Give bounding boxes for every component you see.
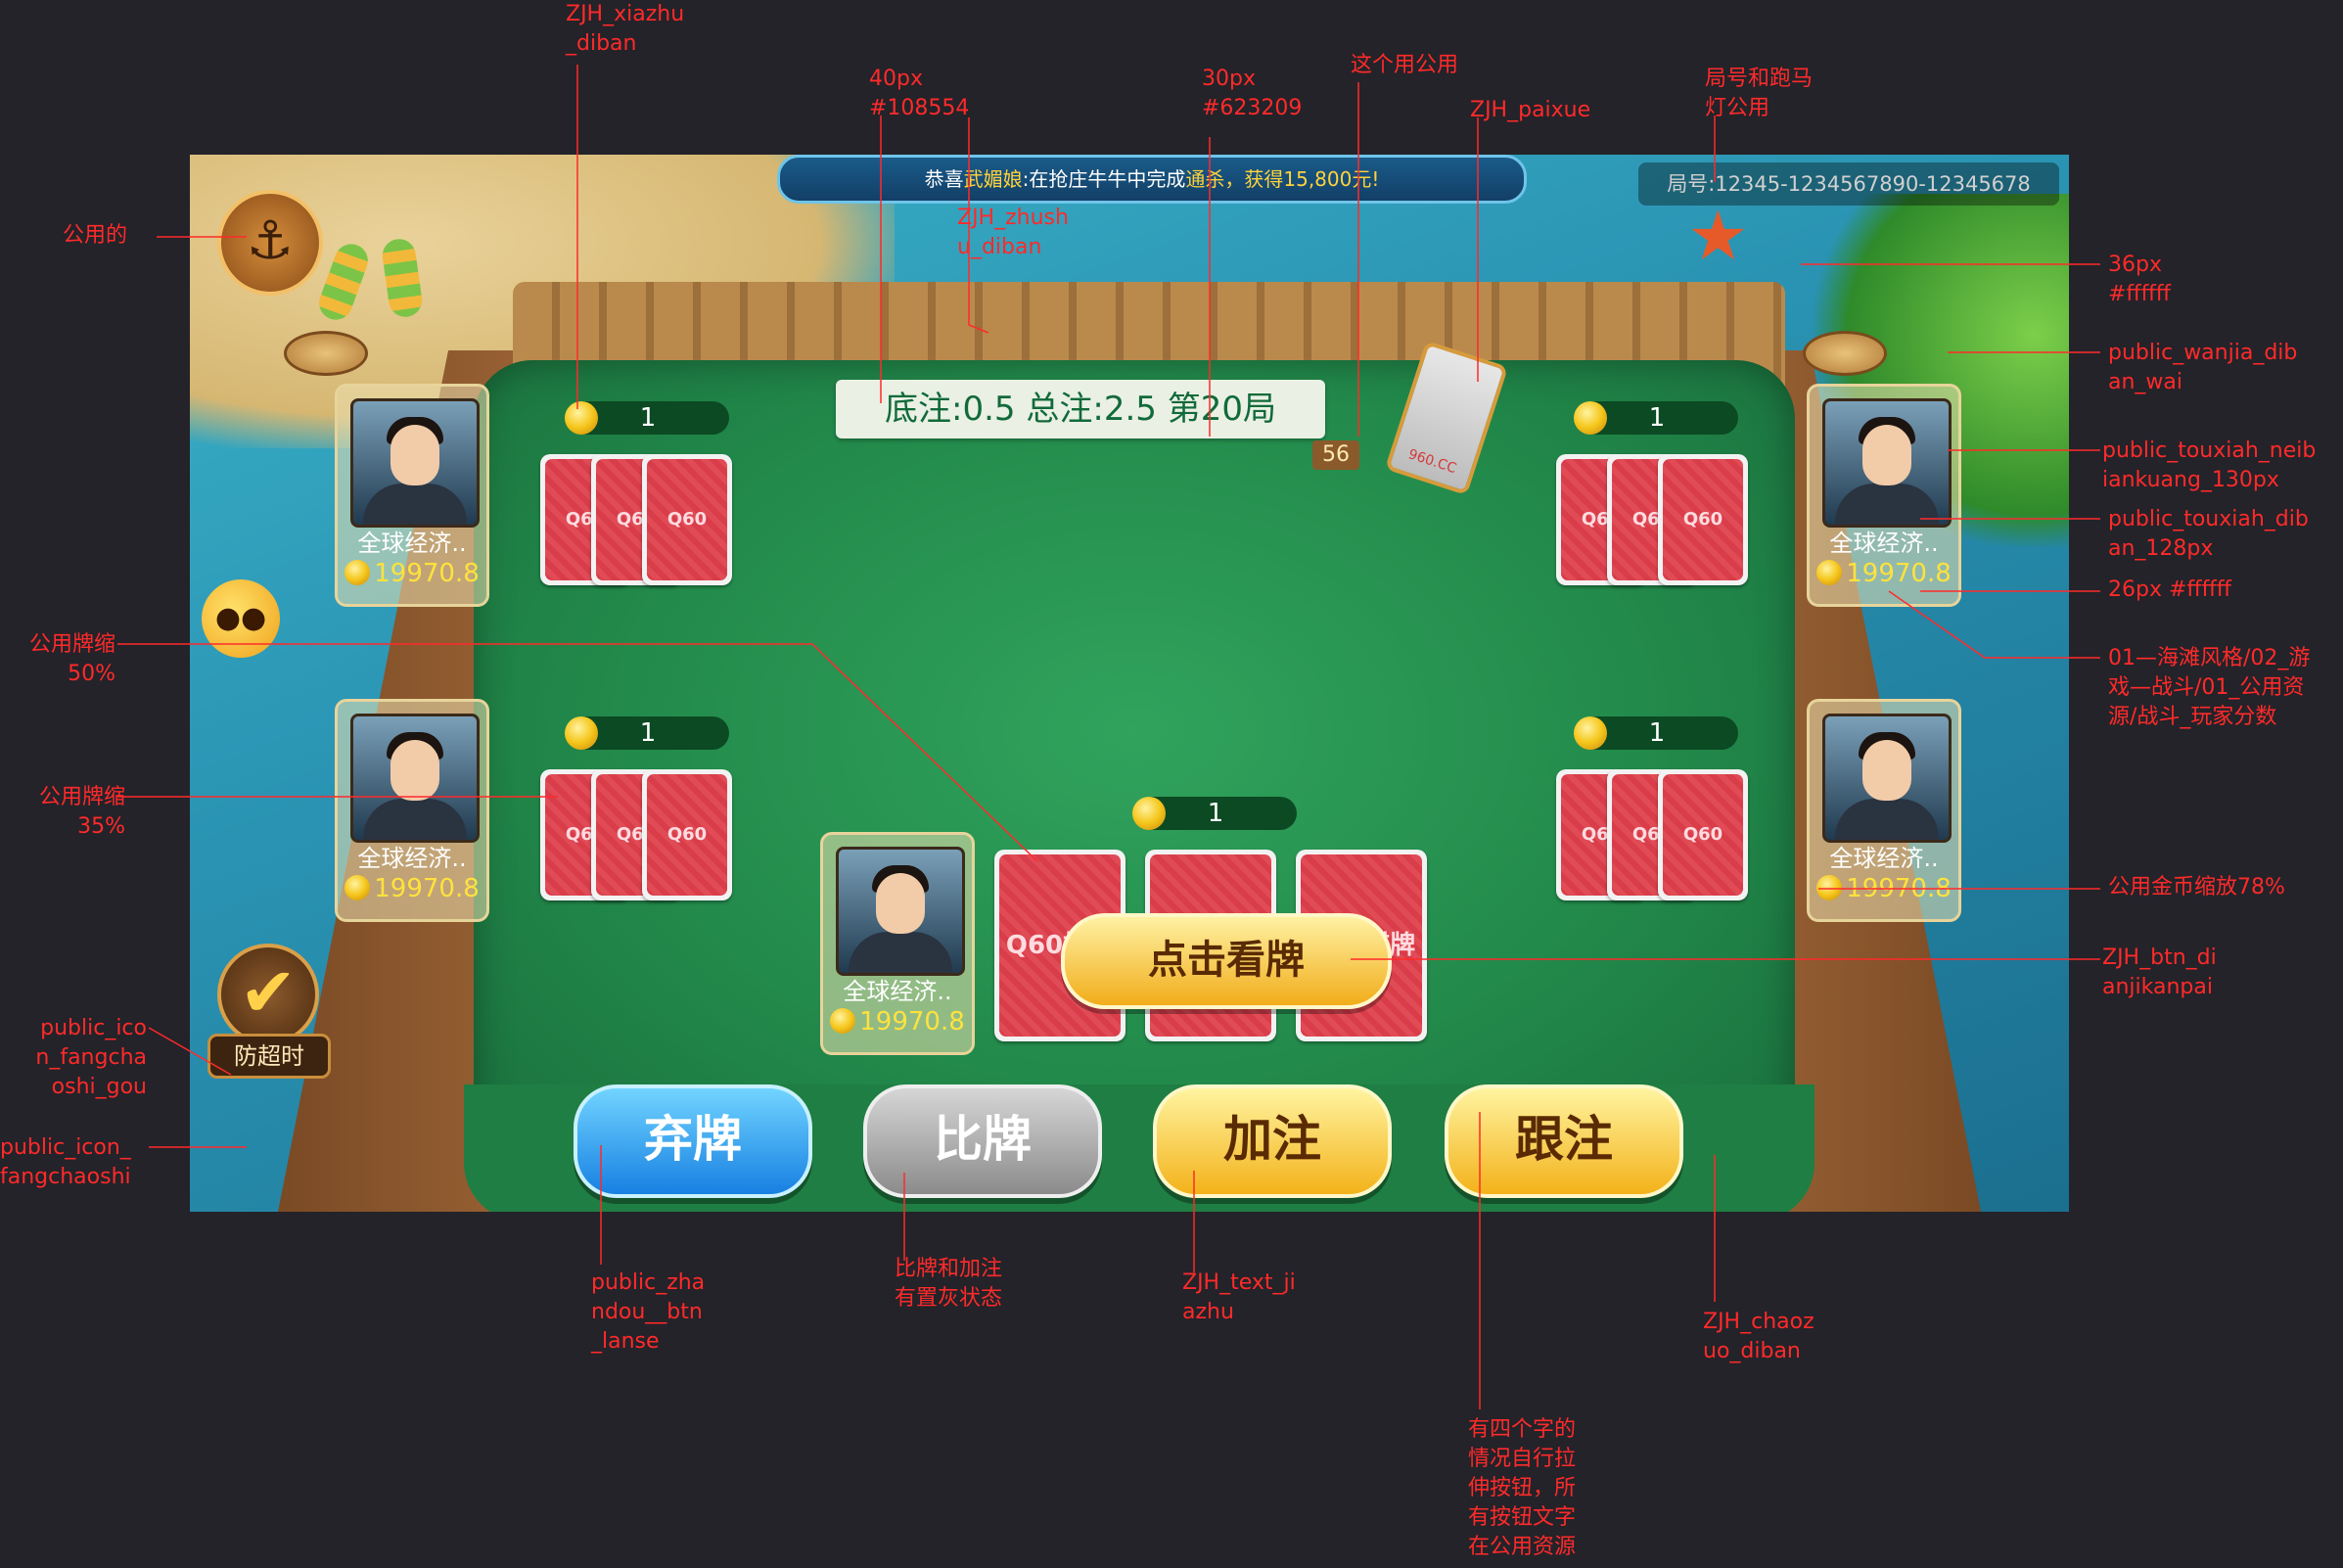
annotation: ZJH_paixue bbox=[1470, 98, 1591, 122]
annotation: ZJH_xiazhu _diban bbox=[566, 2, 685, 56]
annotation: 公用金币缩放78% bbox=[2108, 875, 2285, 899]
annotation: 比牌和加注 有置灰状态 bbox=[895, 1257, 1003, 1311]
annotation: ZJH_chaoz uo_diban bbox=[1703, 1310, 1815, 1363]
annotation: 30px #623209 bbox=[1202, 67, 1303, 120]
annotation: public_ico n_fangcha oshi_gou bbox=[35, 1016, 147, 1099]
annotation: public_touxiah_neib iankuang_130px bbox=[2102, 438, 2317, 492]
annotation: 40px #108554 bbox=[869, 67, 970, 120]
annotation: ZJH_text_ji azhu bbox=[1182, 1270, 1296, 1324]
annotation: public_icon_ fangchaoshi bbox=[0, 1135, 131, 1189]
annotation: 公用牌缩 35% bbox=[38, 785, 125, 839]
annotation: public_wanjia_dib an_wai bbox=[2108, 341, 2298, 394]
annotation: 公用牌缩 50% bbox=[28, 632, 115, 686]
annotation: public_zha ndou__btn _lanse bbox=[591, 1270, 706, 1354]
annotation: 26px #ffffff bbox=[2108, 577, 2231, 602]
annotation: 公用的 bbox=[63, 223, 128, 248]
annotation: 局号和跑马 灯公用 bbox=[1705, 67, 1814, 120]
annotation: 36px #ffffff bbox=[2108, 253, 2171, 306]
annotation: 有四个字的 情况自行拉 伸按钮，所 有按钮文字 在公用资源 bbox=[1468, 1417, 1577, 1559]
annotation: 这个用公用 bbox=[1351, 53, 1459, 77]
annotation: 01—海滩风格/02_游 戏—战斗/01_公用资 源/战斗_玩家分数 bbox=[2108, 646, 2311, 729]
annotation: public_touxiah_dib an_128px bbox=[2108, 507, 2309, 561]
annotation: ZJH_zhush u_diban bbox=[957, 206, 1069, 259]
annotation-lines bbox=[117, 65, 2100, 1409]
annotation: ZJH_btn_di anjikanpai bbox=[2102, 945, 2217, 999]
